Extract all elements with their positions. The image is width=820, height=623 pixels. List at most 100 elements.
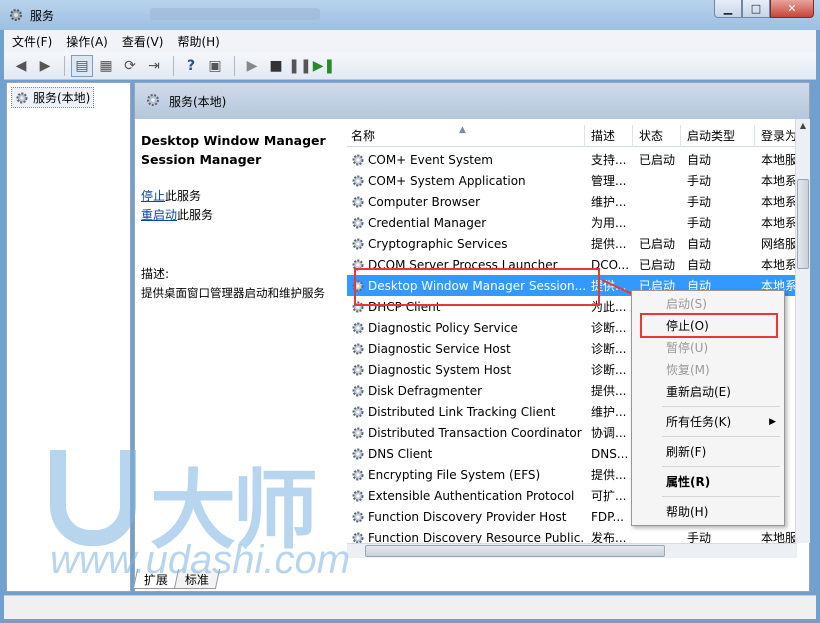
service-name: Cryptographic Services: [347, 237, 585, 251]
menu-action[interactable]: 操作(A): [66, 33, 108, 50]
description-text: 提供桌面窗口管理器启动和维护服务: [141, 286, 325, 300]
scroll-thumb[interactable]: [797, 179, 809, 269]
minimize-button[interactable]: ▁: [714, 0, 742, 18]
gear-icon: [352, 511, 364, 522]
hscroll-thumb[interactable]: [365, 545, 665, 557]
scroll-up-icon[interactable]: ▲: [796, 119, 810, 133]
blurred-title-area: [150, 8, 320, 20]
table-row[interactable]: Computer Browser 维护... 手动 本地系: [347, 191, 797, 212]
tree-item-services-local[interactable]: 服务(本地): [11, 87, 95, 108]
menu-item-all-tasks[interactable]: 所有任务(K): [634, 411, 782, 433]
service-name: Disk Defragmenter: [347, 384, 585, 398]
menu-file[interactable]: 文件(F): [12, 33, 52, 50]
service-description: 提供...: [591, 237, 627, 251]
gear-icon: [352, 385, 364, 396]
table-row[interactable]: Cryptographic Services 提供... 已启动 自动 网络服: [347, 233, 797, 254]
panel-header: 服务(本地): [135, 83, 809, 119]
service-name: Distributed Transaction Coordinator: [347, 426, 585, 440]
service-description: 提供...: [591, 384, 627, 398]
service-startup-type: 自动: [687, 258, 712, 272]
stop-service-icon[interactable]: ■: [265, 55, 287, 77]
maximize-button[interactable]: □: [742, 0, 770, 18]
service-description: 管理...: [591, 174, 627, 188]
udashi-logo-icon: [50, 450, 136, 546]
gear-icon: [352, 175, 364, 186]
column-status[interactable]: 状态: [633, 125, 681, 147]
menu-view[interactable]: 查看(V): [122, 33, 164, 50]
column-startup-type[interactable]: 启动类型: [681, 125, 755, 147]
gear-icon: [352, 238, 364, 249]
window-title: 服务: [30, 9, 55, 23]
table-row[interactable]: COM+ Event System 支持... 已启动 自动 本地服: [347, 149, 797, 170]
toolbar: ◀ ▶ ▤ ▦ ⟳ ⇥ ? ▣ ▶ ■ ❚❚ ▶❚: [4, 52, 816, 80]
menu-item-properties[interactable]: 属性(R): [634, 471, 782, 493]
vertical-scrollbar[interactable]: ▲: [795, 119, 810, 543]
menu-item-pause[interactable]: 暂停(U): [634, 337, 782, 359]
gear-icon: [352, 217, 364, 228]
show-hide-pane-icon[interactable]: ▣: [204, 55, 226, 77]
service-name: Diagnostic Policy Service: [347, 321, 585, 335]
status-bar: [4, 595, 816, 619]
menu-bar: 文件(F) 操作(A) 查看(V) 帮助(H): [4, 30, 816, 52]
column-description[interactable]: 描述: [585, 125, 633, 147]
stop-service-link[interactable]: 停止: [141, 189, 165, 203]
service-startup-type: 手动: [687, 174, 712, 188]
service-status: 已启动: [639, 258, 676, 272]
gear-icon: [16, 92, 28, 103]
selected-service-title: Desktop Window Manager Session Manager: [141, 133, 326, 167]
service-logon: 本地系: [761, 174, 797, 188]
service-description: DNS...: [591, 446, 629, 461]
table-row[interactable]: Function Discovery Resource Public... 发布.…: [347, 527, 797, 543]
table-row[interactable]: Credential Manager 为用... 手动 本地系: [347, 212, 797, 233]
menu-help[interactable]: 帮助(H): [177, 33, 219, 50]
highlight-selected-row: [354, 268, 600, 306]
service-description: 为用...: [591, 216, 627, 230]
column-name[interactable]: 名称: [347, 125, 585, 147]
service-status: 已启动: [639, 237, 676, 251]
column-logon-as[interactable]: 登录为: [755, 125, 797, 147]
restart-suffix: 此服务: [177, 208, 214, 222]
highlight-stop-item: [640, 313, 778, 338]
stop-suffix: 此服务: [165, 189, 202, 203]
start-service-icon[interactable]: ▶: [241, 55, 263, 77]
service-description: 发布...: [591, 531, 627, 543]
service-name: COM+ Event System: [347, 153, 585, 167]
service-name: Diagnostic Service Host: [347, 342, 585, 356]
service-logon: 本地服: [761, 531, 797, 543]
menu-item-restart[interactable]: 重新启动(E): [634, 381, 782, 403]
panel-title: 服务(本地): [169, 95, 227, 109]
service-description: 维护...: [591, 405, 627, 419]
service-description: 诊断...: [591, 342, 627, 356]
properties-icon[interactable]: ▦: [95, 55, 117, 77]
refresh-icon[interactable]: ⟳: [119, 55, 141, 77]
service-name: DNS Client: [347, 447, 585, 461]
restart-service-icon[interactable]: ▶❚: [313, 55, 336, 77]
restart-service-link[interactable]: 重启动: [141, 208, 177, 222]
service-description: 协调...: [591, 426, 627, 440]
watermark-url: www.udashi.com: [50, 538, 351, 582]
menu-item-refresh[interactable]: 刷新(F): [634, 441, 782, 463]
gear-icon: [352, 322, 364, 333]
horizontal-scrollbar[interactable]: [347, 543, 797, 558]
gear-icon: [352, 364, 364, 375]
menu-item-help[interactable]: 帮助(H): [634, 501, 782, 523]
service-description: 维护...: [591, 195, 627, 209]
service-name: COM+ System Application: [347, 174, 585, 188]
service-logon: 本地服: [761, 153, 797, 167]
back-arrow-icon[interactable]: ◀: [10, 55, 32, 77]
pause-service-icon[interactable]: ❚❚: [288, 55, 311, 77]
gear-icon: [352, 490, 364, 501]
gear-icon: [352, 427, 364, 438]
service-logon: 网络服: [761, 237, 797, 251]
close-button[interactable]: ✕: [770, 0, 814, 18]
services-gear-icon: [10, 9, 22, 21]
gear-icon: [352, 196, 364, 207]
console-tree-icon[interactable]: ▤: [71, 54, 93, 77]
gear-icon: [147, 94, 159, 106]
forward-arrow-icon[interactable]: ▶: [34, 55, 56, 77]
menu-item-resume[interactable]: 恢复(M): [634, 359, 782, 381]
help-icon[interactable]: ?: [180, 55, 202, 77]
table-row[interactable]: COM+ System Application 管理... 手动 本地系: [347, 170, 797, 191]
menu-item-start[interactable]: 启动(S): [634, 293, 782, 315]
export-list-icon[interactable]: ⇥: [143, 55, 165, 77]
